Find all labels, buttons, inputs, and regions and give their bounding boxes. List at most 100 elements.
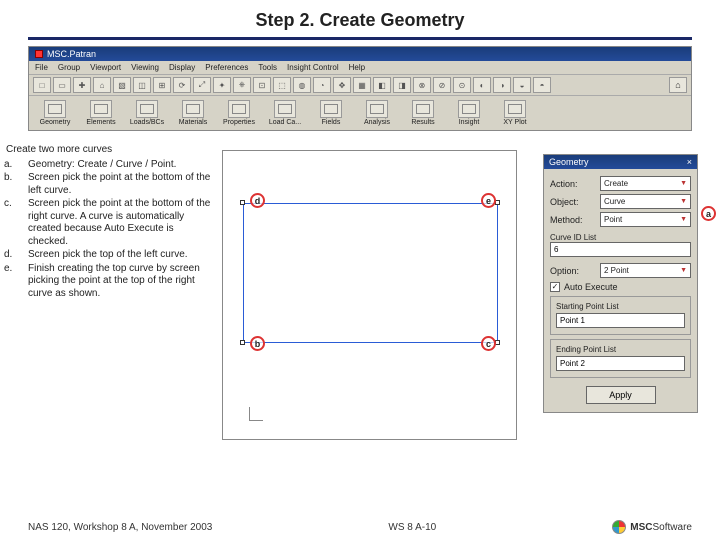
close-icon[interactable]: × [687, 157, 692, 167]
menu-item[interactable]: Help [349, 63, 365, 72]
toolbar-button[interactable]: ⤢ [193, 77, 211, 93]
slide: Step 2. Create Geometry MSC.Patran File … [0, 0, 720, 540]
toolbar-button[interactable]: ⊞ [153, 77, 171, 93]
toolbar-button[interactable]: ◐ [473, 77, 491, 93]
item-text: Geometry: Create / Curve / Point. [28, 159, 176, 170]
bigbtn-label: Load Ca... [269, 119, 301, 126]
toolbar-button[interactable]: ⌂ [93, 77, 111, 93]
menu-item[interactable]: Tools [258, 63, 277, 72]
checkbox-icon: ✓ [550, 282, 560, 292]
toolbar-button[interactable]: ◍ [293, 77, 311, 93]
toolbar-button[interactable]: ▭ [53, 77, 71, 93]
bigbtn-label: Insight [459, 119, 480, 126]
bigbtn-loadsbcs[interactable]: Loads/BCs [125, 98, 169, 128]
toolbar-button[interactable]: ⊙ [453, 77, 471, 93]
toolbar-button[interactable]: ✦ [213, 77, 231, 93]
toolbar-button[interactable]: ◫ [133, 77, 151, 93]
toolbar-button[interactable]: ⊡ [253, 77, 271, 93]
menu-item[interactable]: Viewport [90, 63, 121, 72]
toolbar-button[interactable]: ◧ [373, 77, 391, 93]
bigbtn-materials[interactable]: Materials [171, 98, 215, 128]
bigbtn-insight[interactable]: Insight [447, 98, 491, 128]
annotation-e: e [481, 193, 496, 208]
toolbar-button[interactable]: ◨ [393, 77, 411, 93]
app-title: MSC.Patran [47, 49, 96, 59]
menu-item[interactable]: Group [58, 63, 80, 72]
toolbar-button[interactable]: ✚ [73, 77, 91, 93]
starting-point-input[interactable] [556, 313, 685, 328]
bigbtn-analysis[interactable]: Analysis [355, 98, 399, 128]
bigbtn-properties[interactable]: Properties [217, 98, 261, 128]
point-top-left[interactable] [240, 200, 245, 205]
point-bottom-left[interactable] [240, 340, 245, 345]
item-label: b. [16, 172, 28, 185]
curve-rectangle [243, 203, 498, 343]
list-item: e.Finish creating the top curve by scree… [16, 263, 211, 301]
menu-item[interactable]: Viewing [131, 63, 159, 72]
list-item: a.Geometry: Create / Curve / Point. [16, 159, 211, 172]
menu-item[interactable]: File [35, 63, 48, 72]
method-select[interactable]: Point▼ [600, 212, 691, 227]
app-titlebar: MSC.Patran [29, 47, 691, 61]
toolbar-button[interactable]: □ [33, 77, 51, 93]
instructions-list: a.Geometry: Create / Curve / Point. b.Sc… [6, 159, 211, 301]
object-select[interactable]: Curve▼ [600, 194, 691, 209]
toolbar-button[interactable]: ▦ [353, 77, 371, 93]
method-value: Point [604, 215, 622, 224]
panel-titlebar: Geometry × [544, 155, 697, 169]
app-screenshot: MSC.Patran File Group Viewport Viewing D… [28, 46, 692, 131]
option-select[interactable]: 2 Point▼ [600, 263, 691, 278]
item-text: Finish creating the top curve by screen … [28, 263, 200, 299]
bigbtn-label: Geometry [40, 119, 71, 126]
toolbar-button[interactable]: ✥ [333, 77, 351, 93]
curveid-input[interactable] [550, 242, 691, 257]
list-item: c.Screen pick the point at the bottom of… [16, 198, 211, 248]
toolbar-button[interactable]: ⊘ [433, 77, 451, 93]
toolbar-button[interactable]: ◔ [313, 77, 331, 93]
toolbar-button[interactable]: ⬚ [273, 77, 291, 93]
menu-item[interactable]: Preferences [205, 63, 248, 72]
item-label: e. [16, 263, 28, 276]
toolbar-button[interactable]: ◓ [533, 77, 551, 93]
logo-text: MSCSoftware [630, 522, 692, 533]
bigbtn-results[interactable]: Results [401, 98, 445, 128]
instructions: Create two more curves a.Geometry: Creat… [6, 144, 211, 301]
bigbtn-loadcases[interactable]: Load Ca... [263, 98, 307, 128]
list-item: d.Screen pick the top of the left curve. [16, 249, 211, 262]
logo-icon [612, 520, 626, 534]
menu-item[interactable]: Display [169, 63, 195, 72]
item-label: d. [16, 249, 28, 262]
home-icon[interactable]: ⌂ [669, 77, 687, 93]
item-label: c. [16, 198, 28, 211]
autoexec-checkbox[interactable]: ✓ Auto Execute [550, 282, 691, 292]
item-text: Screen pick the top of the left curve. [28, 249, 188, 260]
toolbar-button[interactable]: ⎈ [233, 77, 251, 93]
list-item: b.Screen pick the point at the bottom of… [16, 172, 211, 197]
bigbtn-geometry[interactable]: Geometry [33, 98, 77, 128]
action-label: Action: [550, 179, 596, 189]
ending-point-input[interactable] [556, 356, 685, 371]
toolbar-button[interactable]: ◒ [513, 77, 531, 93]
annotation-d: d [250, 193, 265, 208]
bigbtn-xyplot[interactable]: XY Plot [493, 98, 537, 128]
autoexec-label: Auto Execute [564, 282, 618, 292]
bigbtn-elements[interactable]: Elements [79, 98, 123, 128]
toolbar-button[interactable]: ⊗ [413, 77, 431, 93]
toolbar-button[interactable]: ⟳ [173, 77, 191, 93]
viewport[interactable]: d e b c [222, 150, 517, 440]
bigbtn-label: Materials [179, 119, 207, 126]
footer-left: NAS 120, Workshop 8 A, November 2003 [28, 522, 212, 533]
instructions-lead: Create two more curves [6, 144, 211, 157]
toolbar-button[interactable]: ▧ [113, 77, 131, 93]
bigbtn-fields[interactable]: Fields [309, 98, 353, 128]
item-label: a. [16, 159, 28, 172]
app-toolbar-row-2: Geometry Elements Loads/BCs Materials Pr… [29, 96, 691, 130]
action-select[interactable]: Create▼ [600, 176, 691, 191]
menu-item[interactable]: Insight Control [287, 63, 339, 72]
bigbtn-label: Loads/BCs [130, 119, 164, 126]
footer: NAS 120, Workshop 8 A, November 2003 WS … [0, 520, 720, 534]
apply-button[interactable]: Apply [586, 386, 656, 404]
ending-point-label: Ending Point List [556, 345, 685, 354]
dropdown-icon: ▼ [680, 267, 687, 274]
toolbar-button[interactable]: ◑ [493, 77, 511, 93]
